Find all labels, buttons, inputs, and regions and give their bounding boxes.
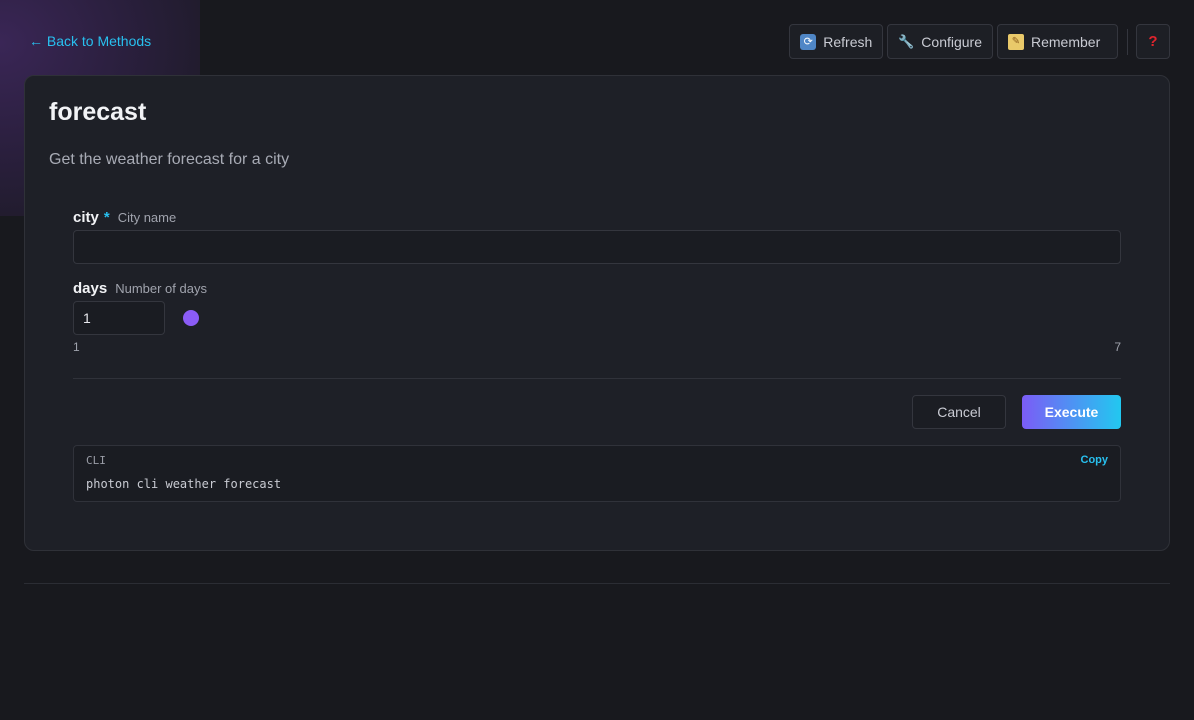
required-marker: * <box>103 209 110 226</box>
cli-panel: CLI Copy photon cli weather forecast <box>73 445 1121 502</box>
days-range-min: 1 <box>73 340 80 354</box>
toolbar-separator <box>1127 28 1128 55</box>
cli-label: CLI <box>86 454 106 467</box>
city-field-label: city * City name <box>73 209 176 226</box>
configure-button[interactable]: 🔧 Configure <box>887 24 993 59</box>
top-bar: ← Back to Methods ⟳ Refresh 🔧 Configure … <box>0 0 1194 76</box>
days-slider[interactable] <box>183 310 1121 326</box>
remember-label: Remember <box>1031 33 1101 50</box>
help-icon: ? <box>1148 33 1158 50</box>
days-field-description: Number of days <box>115 281 207 296</box>
form-divider <box>73 378 1121 379</box>
days-range-max: 7 <box>1114 340 1121 354</box>
wrench-icon: 🔧 <box>898 33 915 49</box>
refresh-button[interactable]: ⟳ Refresh <box>789 24 884 59</box>
method-description: Get the weather forecast for a city <box>49 151 290 168</box>
remember-button[interactable]: ✎ Remember <box>997 24 1118 59</box>
days-field-name: days <box>73 280 108 297</box>
city-field-description: City name <box>117 210 177 225</box>
help-button[interactable]: ? <box>1136 24 1170 59</box>
execute-button[interactable]: Execute <box>1022 395 1121 429</box>
city-field-name: city <box>73 209 99 226</box>
days-number-input[interactable] <box>73 301 165 335</box>
days-slider-thumb[interactable] <box>183 310 199 326</box>
city-input[interactable] <box>73 230 1121 264</box>
refresh-label: Refresh <box>823 33 873 50</box>
refresh-icon: ⟳ <box>800 33 817 50</box>
method-title: forecast <box>49 98 147 126</box>
cancel-button[interactable]: Cancel <box>912 395 1006 429</box>
toolbar: ⟳ Refresh 🔧 Configure ✎ Remember ? <box>785 24 1170 59</box>
back-to-methods-link[interactable]: ← Back to Methods <box>29 33 151 49</box>
page-divider <box>24 583 1170 584</box>
days-field-label: days Number of days <box>73 280 207 297</box>
cli-command: photon cli weather forecast <box>86 477 282 491</box>
copy-button[interactable]: Copy <box>1081 454 1109 466</box>
memo-icon: ✎ <box>1008 33 1024 50</box>
method-card: forecast Get the weather forecast for a … <box>24 75 1170 551</box>
configure-label: Configure <box>921 33 982 50</box>
